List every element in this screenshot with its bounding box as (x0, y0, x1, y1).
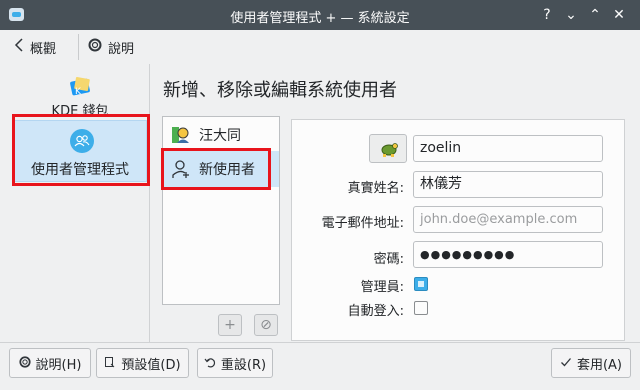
defaults-label: 預設值(D) (121, 357, 181, 373)
highlight-box-sidebar (12, 114, 150, 186)
turtle-avatar-icon (379, 139, 399, 163)
toolbar-separator (78, 34, 79, 60)
document-defaults-icon (104, 356, 116, 371)
reset-button[interactable]: 重設(R) (197, 348, 273, 378)
username-field[interactable]: zoelin (413, 135, 603, 162)
defaults-button[interactable]: 預設值(D) (96, 348, 189, 378)
user-list-item[interactable]: 汪大同 (163, 119, 279, 151)
password-field[interactable]: ●●●●●●●●● (413, 241, 603, 268)
help-button[interactable]: 說明 (88, 38, 135, 57)
overview-label: 概觀 (30, 41, 57, 57)
maximize-button[interactable]: ⌃ (585, 5, 605, 25)
email-label: 電子郵件地址: (321, 216, 404, 231)
administrator-label: 管理員: (360, 280, 404, 295)
close-button[interactable]: ✕ (609, 5, 629, 25)
administrator-checkbox[interactable] (414, 277, 428, 291)
user-name: 汪大同 (199, 128, 241, 144)
kde-wallet-icon: K (69, 74, 93, 98)
footer-separator (0, 342, 640, 343)
lifebuoy-icon (88, 38, 102, 56)
remove-user-button[interactable]: ⊘ (254, 314, 278, 336)
highlight-box-new-user (161, 148, 271, 190)
auto-login-label: 自動登入: (347, 304, 404, 319)
footer-help-label: 說明(H) (35, 357, 82, 373)
password-label: 密碼: (373, 252, 404, 267)
sidebar-item-kde-wallet[interactable]: K KDE 錢包 (13, 68, 147, 119)
page-title: 新增、移除或編輯系統使用者 (163, 80, 397, 101)
checkmark-icon (560, 356, 572, 371)
apply-button[interactable]: 套用(A) (551, 348, 631, 378)
help-label: 說明 (108, 41, 135, 57)
reset-label: 重設(R) (220, 357, 267, 373)
minimize-button[interactable]: ⌄ (561, 5, 581, 25)
lifebuoy-icon (18, 355, 31, 371)
title-bar: 使用者管理程式 + — 系統設定 ? ⌄ ⌃ ✕ (0, 0, 640, 30)
real-name-label: 真實姓名: (347, 181, 404, 196)
email-field[interactable]: john.doe@example.com (413, 206, 603, 233)
back-arrow-icon (14, 38, 24, 56)
real-name-field[interactable]: 林儀芳 (413, 171, 603, 198)
footer-help-button[interactable]: 說明(H) (9, 348, 91, 378)
undo-icon (204, 356, 216, 371)
change-avatar-button[interactable] (369, 134, 407, 163)
toolbar: 概觀 說明 (0, 30, 640, 64)
overview-button[interactable]: 概觀 (14, 38, 57, 57)
apply-label: 套用(A) (576, 357, 623, 373)
add-user-button[interactable]: + (218, 314, 242, 336)
auto-login-checkbox[interactable] (414, 301, 428, 315)
user-list: 汪大同 新使用者 (162, 116, 280, 305)
help-window-button[interactable]: ? (537, 5, 557, 25)
user-avatar-icon (171, 125, 191, 145)
